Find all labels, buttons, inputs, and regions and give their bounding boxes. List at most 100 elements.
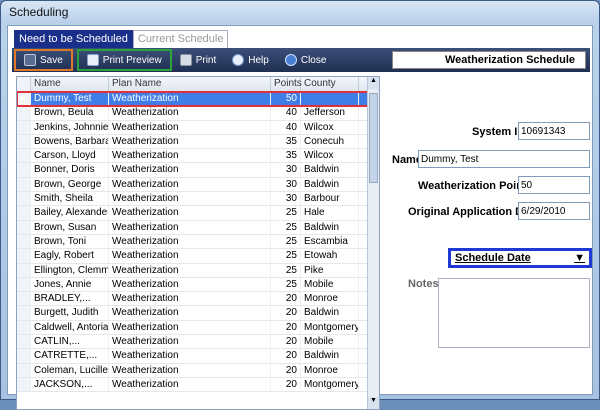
cell-name: Ellington, Clemmie [31, 263, 109, 277]
cell-points: 40 [271, 106, 301, 120]
print-label: Print [195, 54, 217, 66]
cell-county: Baldwin [301, 306, 359, 320]
row-selector [17, 292, 31, 306]
cell-name: Burgett, Judith [31, 306, 109, 320]
cell-plan-name: Weatherization [109, 206, 271, 220]
cell-county: Hale [301, 206, 359, 220]
close-label: Close [300, 54, 327, 66]
help-icon [232, 54, 245, 66]
column-header-county[interactable]: County [301, 77, 359, 91]
tab-need-to-be-scheduled[interactable]: Need to be Scheduled [14, 30, 133, 48]
table-row[interactable]: Jones, Annie Weatherization 25 Mobile [17, 277, 379, 293]
cell-plan-name: Weatherization [109, 220, 271, 234]
scroll-down-icon[interactable]: ▼ [368, 397, 379, 409]
print-preview-button[interactable]: Print Preview [76, 49, 172, 71]
cell-points: 35 [271, 134, 301, 149]
close-button[interactable]: Close [277, 49, 335, 71]
cell-county: Montgomery [301, 377, 359, 392]
tab-current-schedule[interactable]: Current Schedule [132, 30, 229, 48]
cell-county: Pike [301, 263, 359, 277]
cell-points: 20 [271, 292, 301, 306]
table-row[interactable]: Bowens, Barbara Weatherization 35 Conecuh [17, 134, 379, 150]
table-row[interactable]: Jenkins, Johnnie Weatherization 40 Wilcox [17, 120, 379, 135]
cell-plan-name: Weatherization [109, 120, 271, 134]
table-row[interactable]: Brown, Susan Weatherization 25 Baldwin [17, 220, 379, 235]
client-area: Need to be Scheduled Current Schedule Sa… [7, 25, 593, 410]
cell-county: Wilcox [301, 120, 359, 134]
cell-plan-name: Weatherization [109, 149, 271, 163]
table-row[interactable]: Coleman, Lucille Weatherization 20 Monroe [17, 363, 379, 378]
scroll-up-icon[interactable]: ▲ [368, 77, 379, 89]
table-row[interactable]: Brown, George Weatherization 30 Baldwin [17, 177, 379, 193]
table-row[interactable]: Brown, Beula Weatherization 40 Jefferson [17, 106, 379, 121]
floppy-disk-icon [24, 54, 36, 66]
document-preview-icon [86, 54, 99, 66]
weatherization-points-field[interactable]: 50 [518, 176, 590, 194]
cell-points: 20 [271, 320, 301, 335]
cell-points: 20 [271, 306, 301, 320]
cell-plan-name: Weatherization [109, 249, 271, 263]
scroll-thumb[interactable] [369, 93, 378, 183]
table-row[interactable]: CATRETTE,... Weatherization 20 Baldwin [17, 349, 379, 364]
cell-name: BRADLEY,... [31, 292, 109, 306]
table-row[interactable]: Smith, Sheila Weatherization 30 Barbour [17, 192, 379, 207]
row-selector [17, 363, 31, 377]
help-label: Help [248, 54, 269, 66]
vertical-scrollbar[interactable]: ▲ ▼ [367, 77, 379, 409]
save-button[interactable]: Save [14, 49, 73, 71]
cell-county: Mobile [301, 277, 359, 292]
cell-county: Montgomery [301, 320, 359, 335]
cell-county: Mobile [301, 335, 359, 349]
table-row[interactable]: Bonner, Doris Weatherization 30 Baldwin [17, 163, 379, 178]
name-field[interactable]: Dummy, Test [418, 150, 590, 168]
column-header-points[interactable]: Points [271, 77, 302, 91]
cell-plan-name: Weatherization [109, 292, 271, 306]
table-row[interactable]: Caldwell, Antoria Weatherization 20 Montgom… [17, 320, 379, 336]
cell-name: JACKSON,... [31, 377, 109, 392]
cell-name: Brown, George [31, 177, 109, 192]
row-selector [17, 263, 31, 277]
table-row[interactable]: Ellington, ClemmieWeatherization25Pike [17, 263, 379, 278]
column-header-name[interactable]: Name [31, 77, 109, 91]
schedule-date-label: Schedule Date [455, 252, 531, 264]
table-row[interactable]: Burgett, Judith Weatherization 20 Baldwin [17, 306, 379, 321]
printer-icon [179, 54, 192, 66]
cell-county: Baldwin [301, 163, 359, 177]
table-row[interactable]: Brown, Toni Weatherization 25 Escambia [17, 234, 379, 250]
row-selector: ▸ [17, 92, 31, 106]
cell-plan-name: Weatherization [109, 263, 271, 277]
cell-plan-name: Weatherization [109, 106, 271, 120]
cell-points: 25 [271, 206, 301, 220]
cell-points: 30 [271, 192, 301, 206]
cell-plan-name: Weatherization [109, 163, 271, 177]
table-row[interactable]: Bailey, Alexander Weatherization 25 Hale [17, 206, 379, 221]
cell-points: 35 [271, 149, 301, 163]
column-header-plan-name[interactable]: Plan Name [109, 77, 271, 91]
cell-plan-name: Weatherization [109, 92, 271, 106]
application-date-field[interactable]: 6/29/2010 [518, 202, 590, 220]
cell-plan-name: Weatherization [109, 349, 271, 363]
row-selector [17, 306, 31, 320]
cell-name: CATRETTE,... [31, 349, 109, 363]
row-selector [17, 335, 31, 349]
table-row[interactable]: CATLIN,... Weatherization 20 Mobile [17, 335, 379, 350]
chevron-down-icon: ▼ [574, 252, 585, 264]
schedule-date-dropdown[interactable]: Schedule Date ▼ [448, 248, 592, 268]
table-row[interactable]: ▸ Dummy, Test Weatherization 50 [17, 90, 379, 108]
row-selector [17, 177, 31, 192]
cell-name: Bowens, Barbara [31, 134, 109, 149]
row-selector [17, 163, 31, 177]
cell-name: Coleman, Lucille [31, 363, 109, 377]
table-row[interactable]: Eagly, Robert Weatherization 25 Etowah [17, 249, 379, 264]
cell-points: 20 [271, 335, 301, 349]
print-button[interactable]: Print [172, 49, 225, 71]
table-row[interactable]: Carson, Lloyd Weatherization 35 Wilcox [17, 149, 379, 164]
help-button[interactable]: Help [224, 49, 277, 71]
system-id-field[interactable]: 10691343 [518, 122, 590, 140]
table-row[interactable]: BRADLEY,... Weatherization 20 Monroe [17, 292, 379, 307]
row-selector [17, 192, 31, 206]
grid-body: ▸ Dummy, Test Weatherization 50 Brown, Beula… [17, 90, 379, 393]
table-row[interactable]: JACKSON,... Weatherization 20 Montgomery [17, 377, 379, 393]
cell-plan-name: Weatherization [109, 192, 271, 206]
notes-field[interactable] [438, 278, 590, 348]
